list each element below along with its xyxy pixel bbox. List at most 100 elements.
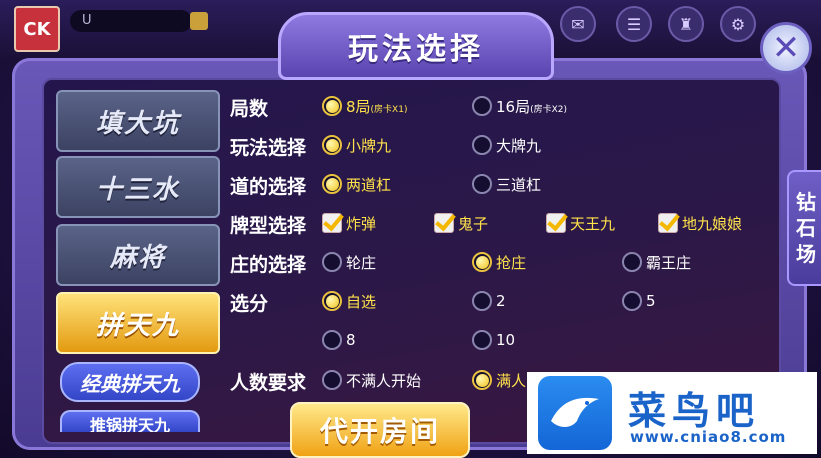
tab-label: 拼天九 [95,310,180,341]
shop-icon[interactable]: ♜ [668,6,704,42]
option-label: 天王九 [570,214,616,233]
side-tab-char: 场 [796,242,816,266]
radio-selected[interactable] [322,291,342,311]
option-label: 不满人开始 [346,371,422,390]
radio[interactable] [472,135,492,155]
coin-icon [190,12,208,30]
watermark-title: 菜鸟吧 [628,388,761,433]
option-guizi[interactable]: 鬼子 [434,211,488,235]
radio[interactable] [472,174,492,194]
side-tab-diamond-room[interactable]: 钻 石 场 [787,170,821,286]
option-16-rounds[interactable]: 16局(房卡X2) [472,94,567,118]
option-three-lines[interactable]: 三道杠 [472,172,541,196]
tab-pintianjiu[interactable]: 拼天九 [56,292,220,354]
radio[interactable] [322,370,342,390]
username: U [70,10,192,32]
settings-icon[interactable]: ⚙ [720,6,756,42]
option-label: 自选 [346,292,377,311]
close-button[interactable]: ✕ [760,22,812,74]
row-label-card-types: 牌型选择 [230,215,307,237]
side-tab-char: 钻 [796,190,816,214]
checkbox-checked[interactable] [658,213,678,233]
option-score-5[interactable]: 5 [622,289,656,313]
checkbox-checked[interactable] [546,213,566,233]
tab-mahjong[interactable]: 麻将 [56,224,220,286]
option-rotate-banker[interactable]: 轮庄 [322,250,376,274]
list-icon[interactable]: ☰ [616,6,652,42]
subtab-label: 推锅拼天九 [89,416,170,432]
option-label: 轮庄 [346,253,377,272]
option-label: 两道杠 [346,175,392,194]
row-label-lines: 道的选择 [230,176,307,198]
option-start-full[interactable]: 满人 [472,368,526,392]
radio[interactable] [472,330,492,350]
option-label: 8 [346,331,356,349]
checkbox-checked[interactable] [434,213,454,233]
option-label: 小牌九 [346,136,392,155]
option-label: 16局 [496,97,531,116]
radio[interactable] [322,252,342,272]
option-score-custom[interactable]: 自选 [322,289,376,313]
radio-selected[interactable] [472,370,492,390]
option-score-10[interactable]: 10 [472,328,515,352]
radio-selected[interactable] [322,96,342,116]
option-bomb[interactable]: 炸弹 [322,211,376,235]
radio[interactable] [472,96,492,116]
option-big-paijiu[interactable]: 大牌九 [472,133,541,157]
option-score-2[interactable]: 2 [472,289,506,313]
option-small-paijiu[interactable]: 小牌九 [322,133,391,157]
option-label: 5 [646,292,656,310]
tab-tiandakeng[interactable]: 填大坑 [56,90,220,152]
dialog-title-plate: 玩法选择 [278,12,554,80]
subtab-label: 经典拼天九 [80,371,180,396]
option-start-not-full[interactable]: 不满人开始 [322,368,421,392]
option-8-rounds[interactable]: 8局(房卡X1) [322,94,407,118]
radio-selected[interactable] [322,174,342,194]
side-tab-char: 石 [796,216,816,240]
row-label-rounds: 局数 [230,98,269,120]
row-label-players: 人数要求 [230,372,307,394]
option-label: 鬼子 [458,214,489,233]
tab-label: 十三水 [95,174,180,205]
option-grab-banker[interactable]: 抢庄 [472,250,526,274]
option-label: 10 [496,331,516,349]
option-two-lines[interactable]: 两道杠 [322,172,391,196]
option-tianwangjiu[interactable]: 天王九 [546,211,615,235]
subtab-classic-pintianjiu[interactable]: 经典拼天九 [60,362,200,402]
option-note: (房卡X2) [530,104,568,115]
option-label: 炸弹 [346,214,377,233]
option-label: 抢庄 [496,253,527,272]
bird-logo-icon [538,376,612,450]
checkbox-checked[interactable] [322,213,342,233]
tab-shisanshui[interactable]: 十三水 [56,156,220,218]
close-icon: ✕ [771,28,801,68]
radio[interactable] [622,291,642,311]
row-label-score: 选分 [230,293,269,315]
option-note: (房卡X1) [370,104,408,115]
option-label: 霸王庄 [646,253,692,272]
radio-selected[interactable] [472,252,492,272]
mail-icon[interactable]: ✉ [560,6,596,42]
radio[interactable] [472,291,492,311]
radio-selected[interactable] [322,135,342,155]
tab-label: 麻将 [109,242,166,273]
open-room-label: 代开房间 [319,415,440,448]
subtab-tuiguo-pintianjiu[interactable]: 推锅拼天九 [60,410,200,432]
dialog-title: 玩法选择 [348,32,484,67]
row-label-banker: 庄的选择 [230,254,307,276]
radio[interactable] [322,330,342,350]
option-dijiuniangniang[interactable]: 地九娘娘 [658,211,742,235]
row-label-play-mode: 玩法选择 [230,137,307,159]
avatar[interactable]: CK [14,6,60,52]
option-label: 三道杠 [496,175,542,194]
option-label: 大牌九 [496,136,542,155]
option-label: 地九娘娘 [682,214,743,233]
watermark-url: www.cniao8.com [630,428,787,446]
radio[interactable] [622,252,642,272]
option-label: 8局 [346,97,371,116]
option-score-8[interactable]: 8 [322,328,356,352]
option-fixed-banker[interactable]: 霸王庄 [622,250,691,274]
option-label: 满人 [496,371,527,390]
open-room-button[interactable]: 代开房间 [290,402,470,458]
option-label: 2 [496,292,506,310]
